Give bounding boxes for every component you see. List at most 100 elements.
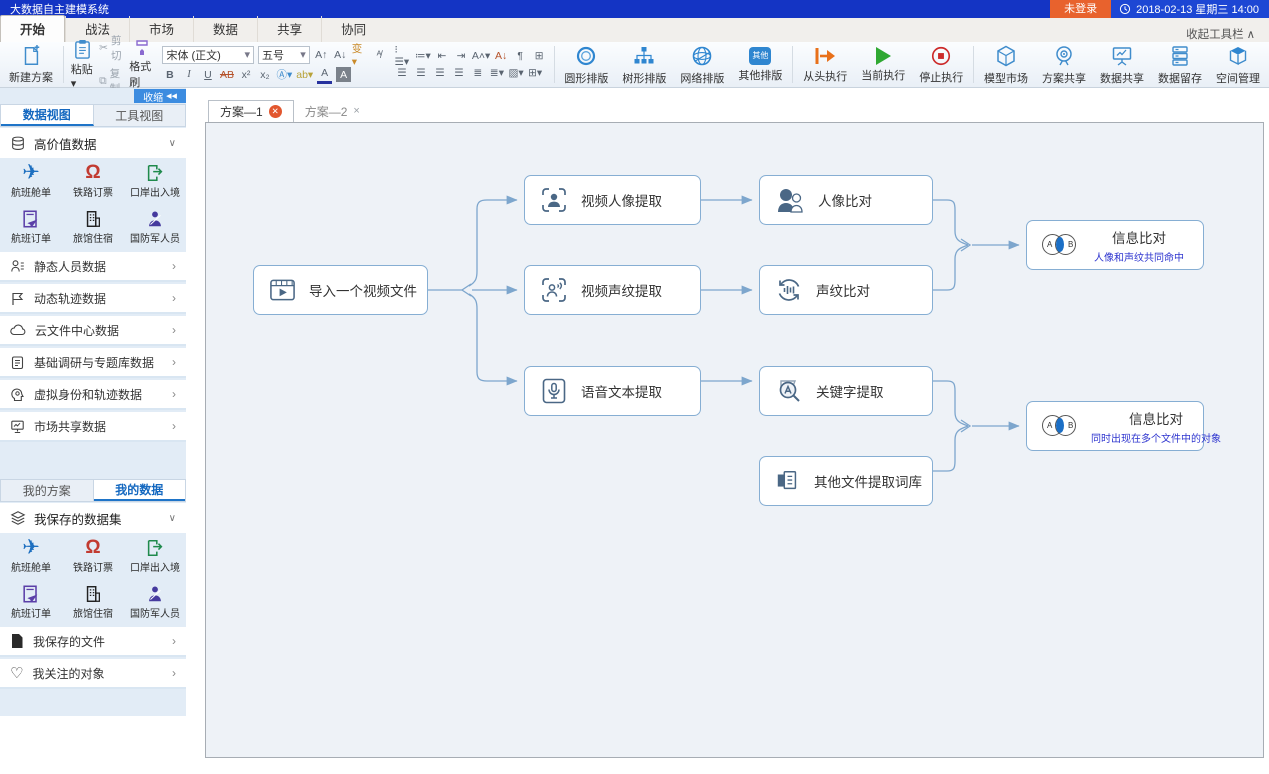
- align-justify-icon[interactable]: ☰: [451, 66, 466, 81]
- railway-icon: Ω: [85, 163, 100, 183]
- bold-button[interactable]: B: [162, 67, 177, 82]
- sidebar-item-saved-files[interactable]: 我保存的文件 ›: [0, 627, 186, 657]
- node-other-files-lexicon[interactable]: 其他文件提取词库: [759, 456, 933, 506]
- node-video-face-extract[interactable]: 视频人像提取: [524, 175, 701, 225]
- data-item-flight-order[interactable]: 航班订单: [0, 204, 62, 250]
- tab-share[interactable]: 共享: [257, 16, 321, 42]
- node-import-video[interactable]: 导入一个视频文件: [253, 265, 428, 315]
- sidebar-item-cloud-file-data[interactable]: 云文件中心数据 ›: [0, 316, 186, 346]
- sort-icon[interactable]: A↓: [494, 49, 509, 64]
- close-tab-icon[interactable]: ✕: [269, 105, 282, 118]
- sidebar-collapse-button[interactable]: 收缩 ◀◀: [134, 89, 186, 103]
- workspace-tab-2[interactable]: 方案—2 ×: [294, 100, 371, 122]
- superscript-button[interactable]: x²: [238, 67, 253, 82]
- sidebar-item-dynamic-track-data[interactable]: 动态轨迹数据 ›: [0, 284, 186, 314]
- data-retain-button[interactable]: 数据留存: [1151, 42, 1209, 87]
- data-item-border-entry[interactable]: 口岸出入境: [124, 533, 186, 579]
- node-label: 语音文本提取: [581, 381, 662, 401]
- tab-tool-view[interactable]: 工具视图: [94, 105, 186, 126]
- align-distribute-icon[interactable]: ≣: [470, 66, 485, 81]
- new-plan-button[interactable]: 新建方案: [2, 42, 60, 87]
- subscript-button[interactable]: x₂: [257, 67, 272, 82]
- table-icon[interactable]: ⊞: [532, 49, 547, 64]
- run-from-start-button[interactable]: 从头执行: [796, 42, 854, 87]
- font-size-combo[interactable]: 五号 ▾: [258, 46, 310, 64]
- circle-layout-button[interactable]: 圆形排版: [557, 42, 615, 87]
- data-item-rail-ticket[interactable]: Ω 铁路订票: [62, 158, 124, 204]
- format-painter-button[interactable]: 格式刷: [129, 39, 154, 90]
- data-item-military-personnel[interactable]: 国防军人员: [124, 579, 186, 625]
- highlight-icon[interactable]: ab▾: [296, 67, 313, 82]
- tab-collab[interactable]: 协同: [321, 16, 385, 42]
- data-item-flight-manifest[interactable]: ✈ 航班舱单: [0, 158, 62, 204]
- phonetic-guide-icon[interactable]: 变▾: [352, 47, 368, 62]
- italic-button[interactable]: I: [181, 67, 196, 82]
- sidebar-item-virtual-identity-data[interactable]: 虚拟身份和轨迹数据 ›: [0, 380, 186, 410]
- data-share-button[interactable]: 数据共享: [1093, 42, 1151, 87]
- node-label: 导入一个视频文件: [309, 280, 417, 300]
- sidebar-item-followed-objects[interactable]: ♡ 我关注的对象 ›: [0, 659, 186, 689]
- tab-data-view[interactable]: 数据视图: [1, 105, 94, 126]
- grow-font-icon[interactable]: A↑: [314, 47, 329, 62]
- tab-my-data[interactable]: 我的数据: [94, 480, 186, 501]
- char-scale-icon[interactable]: A˄▾: [472, 49, 489, 64]
- saved-dataset-header[interactable]: 我保存的数据集 ∨: [0, 503, 186, 533]
- node-info-compare-1[interactable]: A B 信息比对 人像和声纹共同命中: [1026, 220, 1204, 270]
- stop-button[interactable]: 停止执行: [912, 42, 970, 87]
- align-left-icon[interactable]: ☰: [394, 66, 409, 81]
- shrink-font-icon[interactable]: A↓: [333, 47, 348, 62]
- sidebar-item-market-shared-data[interactable]: 市场共享数据 ›: [0, 412, 186, 442]
- char-shading-icon[interactable]: A: [336, 67, 351, 82]
- bullets-icon[interactable]: ⁝☰▾: [394, 49, 411, 64]
- run-current-button[interactable]: 当前执行: [854, 42, 912, 87]
- plan-share-button[interactable]: 方案共享: [1035, 42, 1093, 87]
- cut-button[interactable]: ✂ 剪切: [99, 33, 124, 63]
- other-layout-button[interactable]: 其他 其他排版: [731, 42, 789, 87]
- align-right-icon[interactable]: ☰: [432, 66, 447, 81]
- tab-data[interactable]: 数据: [193, 16, 257, 42]
- node-voiceprint-compare[interactable]: 声纹比对: [759, 265, 933, 315]
- node-video-voiceprint-extract[interactable]: 视频声纹提取: [524, 265, 701, 315]
- data-item-hotel-stay[interactable]: 旅馆住宿: [62, 204, 124, 250]
- close-tab-icon[interactable]: ×: [353, 105, 359, 117]
- underline-button[interactable]: U: [200, 67, 215, 82]
- data-item-flight-manifest[interactable]: ✈ 航班舱单: [0, 533, 62, 579]
- node-keyword-extract[interactable]: 关键字提取: [759, 366, 933, 416]
- pilcrow-icon[interactable]: ¶: [513, 49, 528, 64]
- tree-layout-button[interactable]: 树形排版: [615, 42, 673, 87]
- net-layout-button[interactable]: 网络排版: [673, 42, 731, 87]
- tab-my-plans[interactable]: 我的方案: [1, 480, 94, 501]
- tab-start[interactable]: 开始: [0, 15, 65, 43]
- high-value-data-header[interactable]: 高价值数据 ∨: [0, 128, 186, 158]
- space-manage-button[interactable]: 空间管理: [1209, 42, 1267, 87]
- login-status-badge[interactable]: 未登录: [1050, 0, 1111, 18]
- data-item-hotel-stay[interactable]: 旅馆住宿: [62, 579, 124, 625]
- strikethrough-button[interactable]: AB: [219, 67, 234, 82]
- node-info-compare-2[interactable]: A B 信息比对 同时出现在多个文件中的对象: [1026, 401, 1204, 451]
- borders-icon[interactable]: ⊞▾: [528, 66, 543, 81]
- node-speech-text-extract[interactable]: 语音文本提取: [524, 366, 701, 416]
- font-family-combo[interactable]: 宋体 (正文) ▾: [162, 46, 254, 64]
- node-face-compare[interactable]: 人像比对: [759, 175, 933, 225]
- data-item-flight-order[interactable]: 航班订单: [0, 579, 62, 625]
- collapse-toolbar-button[interactable]: 收起工具栏 ∧: [1186, 26, 1269, 42]
- shading-icon[interactable]: ▨▾: [508, 66, 523, 81]
- paste-button[interactable]: 粘贴 ▾: [71, 39, 94, 90]
- workspace-tab-1[interactable]: 方案—1 ✕: [208, 100, 294, 122]
- flow-canvas[interactable]: 导入一个视频文件 视频人像提取 视频声纹提取 语音文本提取: [205, 122, 1264, 758]
- numbering-icon[interactable]: ≔▾: [415, 49, 430, 64]
- data-item-military-personnel[interactable]: 国防军人员: [124, 204, 186, 250]
- indent-increase-icon[interactable]: ⇥: [453, 49, 468, 64]
- text-effects-icon[interactable]: Ⓐ▾: [276, 67, 292, 82]
- data-item-rail-ticket[interactable]: Ω 铁路订票: [62, 533, 124, 579]
- align-center-icon[interactable]: ☰: [413, 66, 428, 81]
- workspace-tab-label: 方案—2: [305, 103, 348, 120]
- clear-format-icon[interactable]: ᴬ̸: [371, 47, 386, 62]
- sidebar-item-research-library-data[interactable]: 基础调研与专题库数据 ›: [0, 348, 186, 378]
- line-spacing-icon[interactable]: ≣▾: [489, 66, 504, 81]
- sidebar-item-static-person-data[interactable]: 静态人员数据 ›: [0, 252, 186, 282]
- indent-decrease-icon[interactable]: ⇤: [434, 49, 449, 64]
- font-color-button[interactable]: A: [317, 66, 332, 84]
- model-market-button[interactable]: 模型市场: [977, 42, 1035, 87]
- data-item-border-entry[interactable]: 口岸出入境: [124, 158, 186, 204]
